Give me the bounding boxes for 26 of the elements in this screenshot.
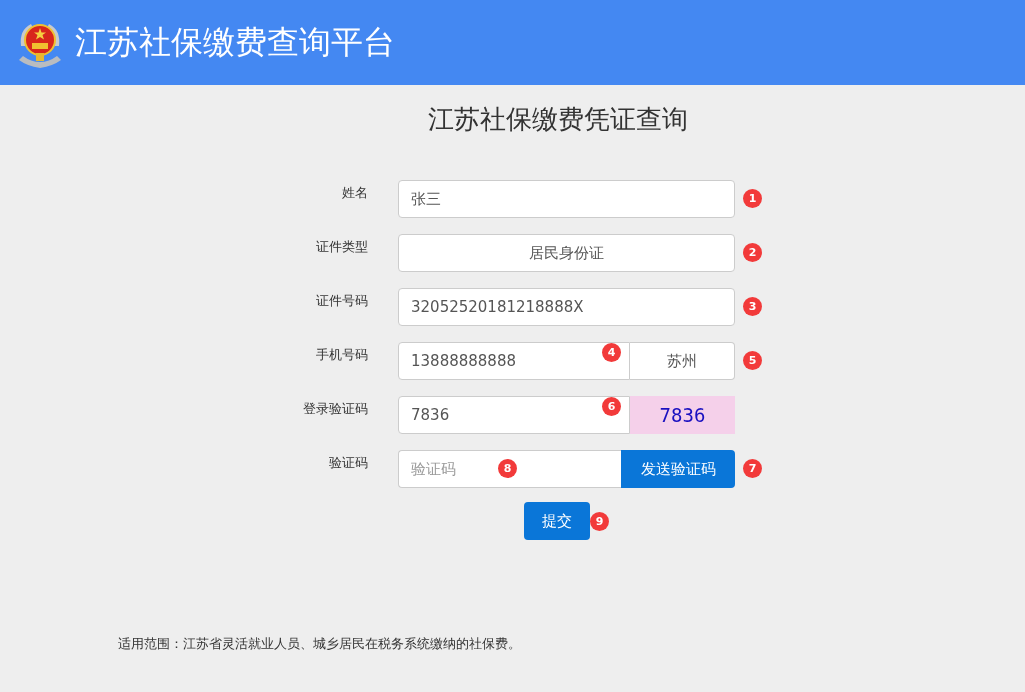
number-badge: 7 <box>743 459 762 478</box>
captcha-image[interactable]: 7836 <box>630 396 735 434</box>
text-field[interactable]: 张三 <box>398 180 735 218</box>
number-badge: 9 <box>590 511 609 531</box>
field-label: 证件号码 <box>315 292 368 310</box>
number-badge: 5 <box>743 351 762 370</box>
number-badge: 3 <box>743 297 762 316</box>
field-label: 登录验证码 <box>302 400 368 418</box>
field-label: 姓名 <box>341 184 368 202</box>
site-title: 江苏社保缴费查询平台 <box>75 21 395 63</box>
number-badge: 2 <box>743 243 762 262</box>
select-field[interactable]: 居民身份证 <box>398 234 735 272</box>
text-field[interactable]: 32052520181218888X <box>398 288 735 326</box>
page-title: 江苏社保缴费凭证查询 <box>427 103 689 136</box>
captcha-field[interactable]: 7836 6 <box>398 396 630 434</box>
send-code-button[interactable]: 发送验证码 <box>621 450 735 488</box>
field-label: 证件类型 <box>315 238 368 256</box>
phone-field[interactable]: 13888888888 4 <box>398 342 630 380</box>
submit-button[interactable]: 提交 <box>524 502 590 540</box>
field-label: 手机号码 <box>315 346 368 364</box>
number-badge: 1 <box>743 189 762 208</box>
city-field[interactable]: 苏州 <box>630 342 735 380</box>
number-badge: 6 <box>602 397 621 416</box>
field-label: 验证码 <box>328 454 368 472</box>
scope-note: 适用范围：江苏省灵活就业人员、城乡居民在税务系统缴纳的社保费。 <box>118 635 522 653</box>
number-badge: 4 <box>602 343 621 362</box>
